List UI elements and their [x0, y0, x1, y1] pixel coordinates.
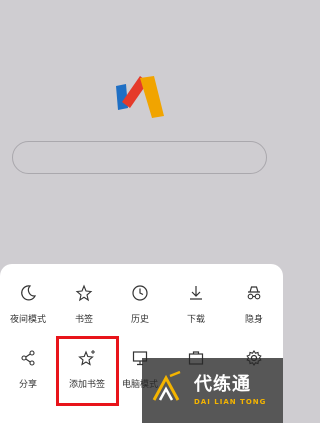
browser-logo — [116, 76, 164, 118]
incognito-icon — [247, 286, 261, 300]
watermark-logo-icon — [152, 370, 181, 401]
menu-item-label: 历史 — [130, 315, 149, 325]
download-icon — [190, 286, 202, 300]
menu-item-history[interactable]: 历史 — [112, 284, 168, 334]
menu-item-incognito[interactable]: 隐身 — [226, 284, 282, 334]
star-icon — [75, 284, 93, 302]
menu-item-label: 夜间模式 — [9, 315, 46, 325]
search-bar[interactable] — [12, 141, 267, 174]
watermark: 代练通 DAI LIAN TONG — [142, 358, 283, 423]
menu-item-label: 书签 — [74, 315, 93, 325]
clock-icon — [132, 285, 148, 301]
highlight-box — [56, 336, 119, 406]
menu-item-label: 隐身 — [244, 315, 263, 325]
menu-item-night-mode[interactable]: 夜间模式 — [0, 284, 56, 334]
moon-icon — [21, 285, 37, 301]
watermark-subtitle: DAI LIAN TONG — [194, 398, 267, 406]
menu-item-share[interactable]: 分享 — [0, 349, 56, 399]
watermark-title: 代练通 — [194, 374, 251, 395]
menu-item-label: 下载 — [186, 315, 205, 325]
menu-item-downloads[interactable]: 下载 — [168, 284, 224, 334]
menu-item-label: 分享 — [18, 380, 37, 390]
share-icon — [21, 350, 35, 366]
menu-item-bookmarks[interactable]: 书签 — [56, 284, 112, 334]
